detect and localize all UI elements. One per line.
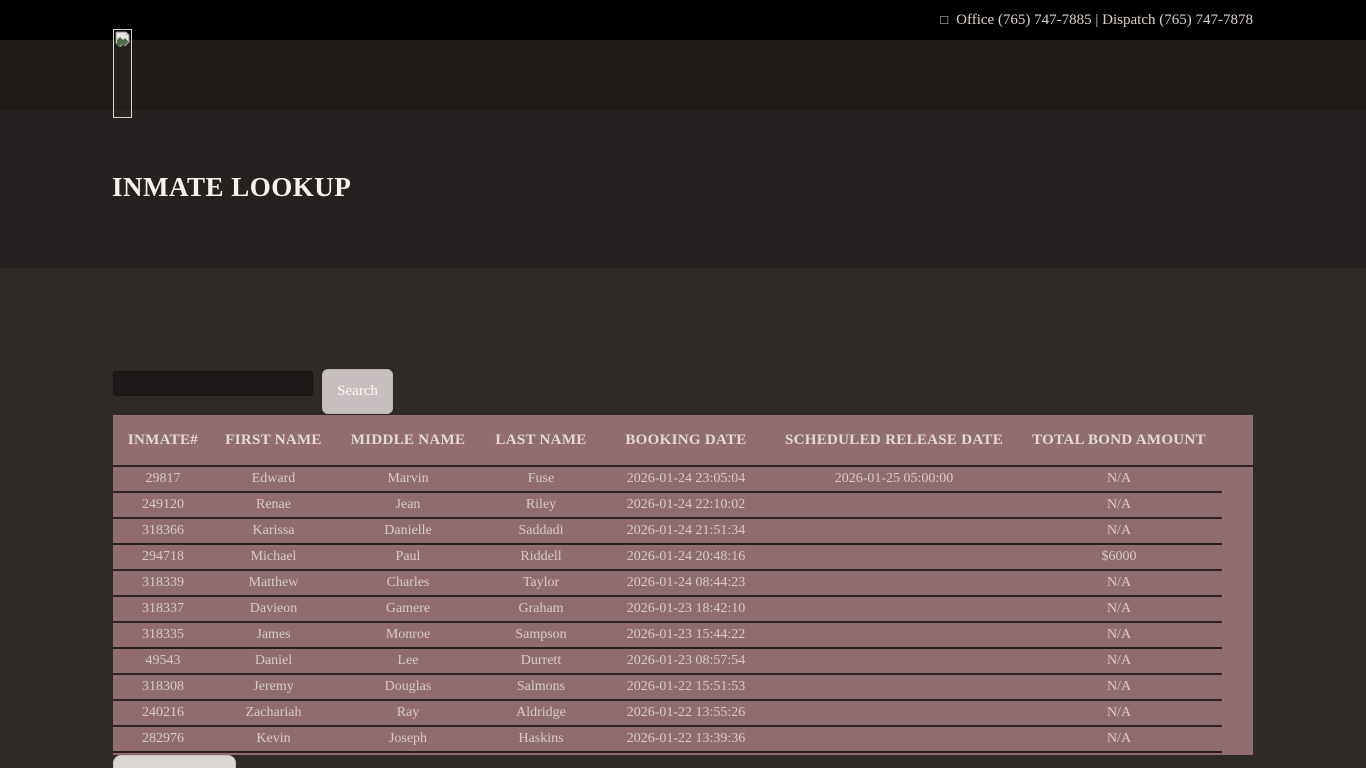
phone-icon: □: [940, 12, 948, 28]
logo-broken-image[interactable]: [113, 29, 132, 118]
table-cell: Daniel: [213, 653, 334, 669]
table-cell: Joseph: [334, 731, 482, 747]
column-header: TOTAL BOND AMOUNT: [1016, 432, 1222, 449]
table-row[interactable]: 49543DanielLeeDurrett2026-01-23 08:57:54…: [113, 649, 1222, 675]
table-cell: 249120: [113, 497, 213, 513]
table-cell: 240216: [113, 705, 213, 721]
table-cell: 318335: [113, 627, 213, 643]
table-cell: N/A: [1016, 679, 1222, 695]
table-cell: Sampson: [482, 627, 600, 643]
column-header: FIRST NAME: [213, 432, 334, 449]
table-cell: Michael: [213, 549, 334, 565]
contact-phone-text: Office (765) 747-7885 | Dispatch (765) 7…: [956, 12, 1253, 29]
table-cell: Jeremy: [213, 679, 334, 695]
table-cell: 2026-01-25 05:00:00: [772, 471, 1016, 487]
column-header: LAST NAME: [482, 432, 600, 449]
more-button[interactable]: More: [113, 755, 236, 768]
table-cell: N/A: [1016, 497, 1222, 513]
table-cell: N/A: [1016, 575, 1222, 591]
table-cell: 282976: [113, 731, 213, 747]
table-cell: Charles: [334, 575, 482, 591]
inmate-table: INMATE#FIRST NAMEMIDDLE NAMELAST NAMEBOO…: [113, 415, 1253, 755]
page: □ Office (765) 747-7885 | Dispatch (765)…: [0, 0, 1366, 768]
table-cell: 2026-01-24 21:51:34: [600, 523, 772, 539]
table-cell: Haskins: [482, 731, 600, 747]
table-cell: 318337: [113, 601, 213, 617]
table-cell: Douglas: [334, 679, 482, 695]
table-row[interactable]: 29817EdwardMarvinFuse2026-01-24 23:05:04…: [113, 467, 1222, 493]
table-cell: 2026-01-24 22:10:02: [600, 497, 772, 513]
table-cell: Salmons: [482, 679, 600, 695]
table-cell: Graham: [482, 601, 600, 617]
table-cell: Danielle: [334, 523, 482, 539]
table-body: 29817EdwardMarvinFuse2026-01-24 23:05:04…: [113, 467, 1222, 753]
table-cell: 2026-01-23 15:44:22: [600, 627, 772, 643]
table-row[interactable]: 318335JamesMonroeSampson2026-01-23 15:44…: [113, 623, 1222, 649]
table-cell: Paul: [334, 549, 482, 565]
search-input[interactable]: [113, 371, 313, 396]
table-row[interactable]: 294718MichaelPaulRiddell2026-01-24 20:48…: [113, 545, 1222, 571]
table-cell: Riddell: [482, 549, 600, 565]
table-cell: 318339: [113, 575, 213, 591]
table-cell: Davieon: [213, 601, 334, 617]
column-header: MIDDLE NAME: [334, 432, 482, 449]
table-cell: N/A: [1016, 523, 1222, 539]
table-cell: Zachariah: [213, 705, 334, 721]
broken-image-icon: [115, 31, 130, 47]
table-cell: Renae: [213, 497, 334, 513]
table-cell: Taylor: [482, 575, 600, 591]
table-cell: 2026-01-24 20:48:16: [600, 549, 772, 565]
column-header: BOOKING DATE: [600, 432, 772, 449]
table-cell: N/A: [1016, 731, 1222, 747]
table-cell: Jean: [334, 497, 482, 513]
table-cell: N/A: [1016, 471, 1222, 487]
table-row[interactable]: 318366KarissaDanielleSaddadi2026-01-24 2…: [113, 519, 1222, 545]
table-cell: 29817: [113, 471, 213, 487]
table-cell: Monroe: [334, 627, 482, 643]
table-row[interactable]: 282976KevinJosephHaskins2026-01-22 13:39…: [113, 727, 1222, 753]
table-row[interactable]: 318308JeremyDouglasSalmons2026-01-22 15:…: [113, 675, 1222, 701]
table-cell: 318366: [113, 523, 213, 539]
table-cell: Matthew: [213, 575, 334, 591]
table-row[interactable]: 240216ZachariahRayAldridge2026-01-22 13:…: [113, 701, 1222, 727]
table-cell: 294718: [113, 549, 213, 565]
table-cell: 2026-01-22 15:51:53: [600, 679, 772, 695]
table-cell: Gamere: [334, 601, 482, 617]
table-cell: Marvin: [334, 471, 482, 487]
table-cell: Lee: [334, 653, 482, 669]
table-cell: N/A: [1016, 653, 1222, 669]
table-cell: Edward: [213, 471, 334, 487]
table-cell: 49543: [113, 653, 213, 669]
table-cell: Saddadi: [482, 523, 600, 539]
table-cell: Riley: [482, 497, 600, 513]
table-cell: N/A: [1016, 705, 1222, 721]
table-cell: Karissa: [213, 523, 334, 539]
column-header: INMATE#: [113, 432, 213, 449]
topbar: □ Office (765) 747-7885 | Dispatch (765)…: [0, 0, 1366, 40]
table-row[interactable]: 249120RenaeJeanRiley2026-01-24 22:10:02 N…: [113, 493, 1222, 519]
table-cell: 2026-01-24 23:05:04: [600, 471, 772, 487]
table-cell: Aldridge: [482, 705, 600, 721]
table-cell: 2026-01-24 08:44:23: [600, 575, 772, 591]
table-cell: 2026-01-22 13:55:26: [600, 705, 772, 721]
table-cell: 318308: [113, 679, 213, 695]
search-button[interactable]: Search: [322, 369, 393, 414]
table-cell: Ray: [334, 705, 482, 721]
table-cell: 2026-01-23 18:42:10: [600, 601, 772, 617]
table-cell: 2026-01-22 13:39:36: [600, 731, 772, 747]
table-cell: Durrett: [482, 653, 600, 669]
table-cell: Kevin: [213, 731, 334, 747]
navbar: [0, 40, 1366, 110]
table-cell: 2026-01-23 08:57:54: [600, 653, 772, 669]
table-cell: Fuse: [482, 471, 600, 487]
table-cell: N/A: [1016, 601, 1222, 617]
column-header: SCHEDULED RELEASE DATE: [772, 432, 1016, 449]
table-cell: N/A: [1016, 627, 1222, 643]
table-cell: James: [213, 627, 334, 643]
table-row[interactable]: 318339MatthewCharlesTaylor2026-01-24 08:…: [113, 571, 1222, 597]
page-title: INMATE LOOKUP: [112, 172, 351, 203]
table-header-row: INMATE#FIRST NAMEMIDDLE NAMELAST NAMEBOO…: [113, 415, 1253, 467]
table-cell: $6000: [1016, 549, 1222, 565]
table-row[interactable]: 318337DavieonGamereGraham2026-01-23 18:4…: [113, 597, 1222, 623]
